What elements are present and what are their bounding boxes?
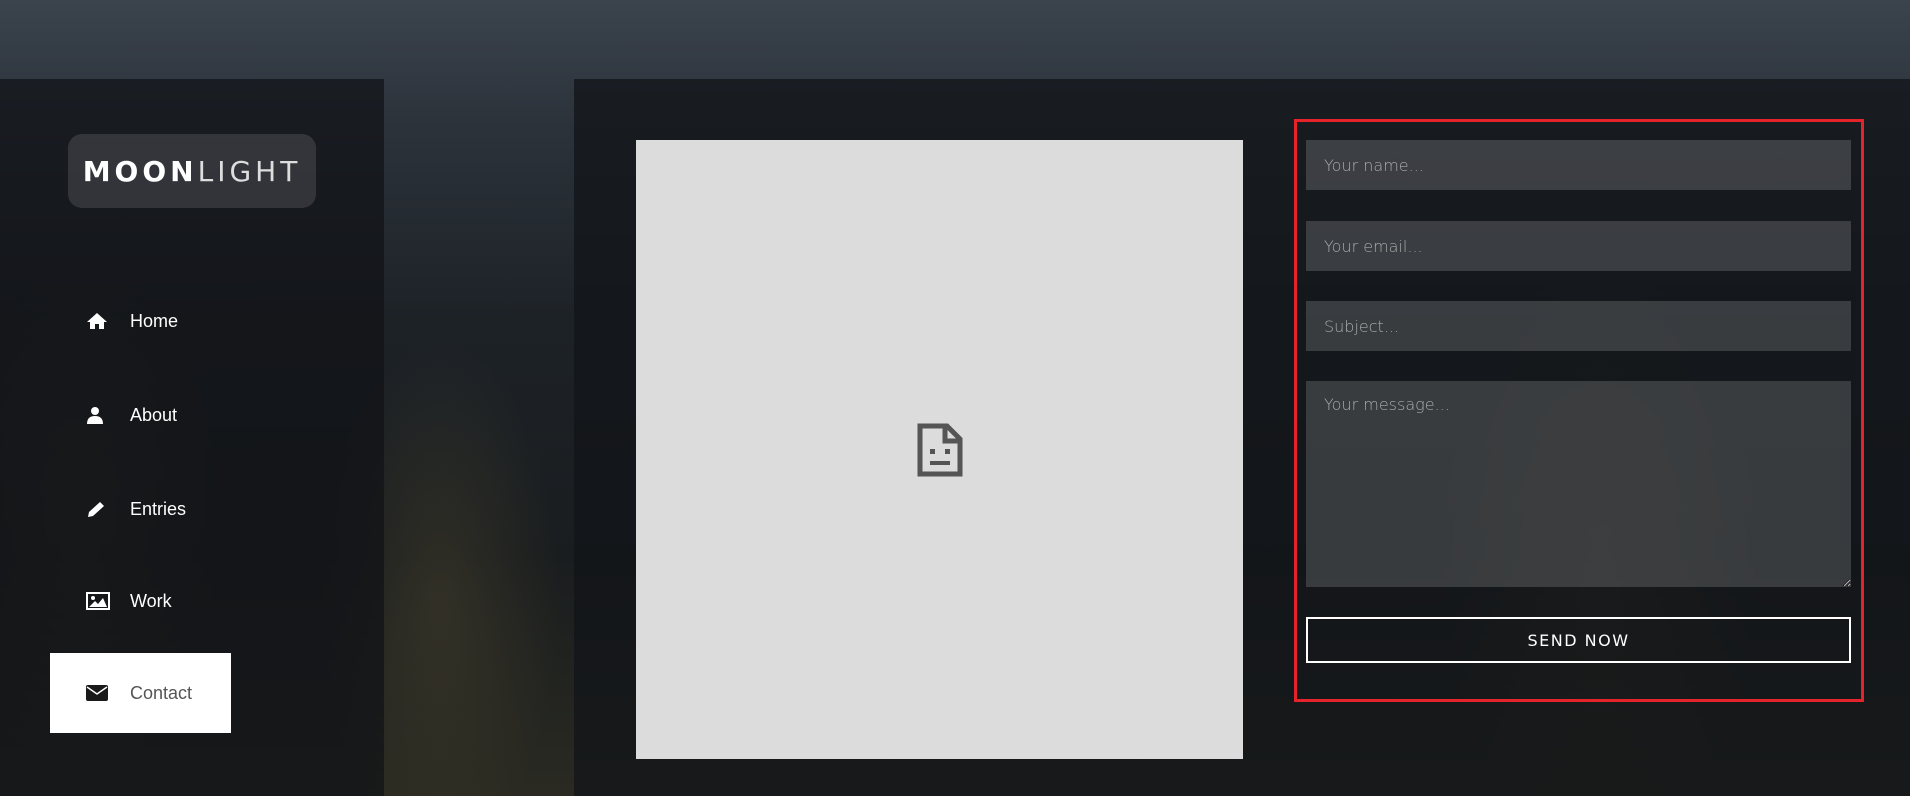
contact-form: SEND NOW — [1294, 119, 1864, 702]
user-icon — [86, 406, 122, 424]
nav-item-contact[interactable]: Contact — [50, 653, 231, 733]
nav-label: Home — [130, 310, 179, 331]
send-button[interactable]: SEND NOW — [1306, 617, 1851, 663]
nav-label: Entries — [130, 498, 187, 519]
logo[interactable]: MOON LIGHT — [68, 134, 316, 208]
name-input[interactable] — [1306, 140, 1851, 190]
logo-bold: MOON — [82, 154, 198, 188]
nav-item-about[interactable]: About — [50, 375, 231, 455]
nav-label: About — [130, 404, 178, 425]
nav-item-work[interactable]: Work — [50, 561, 231, 641]
message-textarea[interactable] — [1306, 381, 1851, 587]
image-icon — [86, 592, 122, 610]
nav-item-entries[interactable]: Entries — [50, 469, 231, 549]
nav-label: Contact — [130, 682, 193, 703]
map-embed — [636, 140, 1243, 759]
envelope-icon — [86, 685, 122, 701]
logo-light: LIGHT — [197, 154, 302, 188]
nav-item-home[interactable]: Home — [50, 281, 231, 361]
broken-image-icon — [917, 423, 962, 476]
email-input[interactable] — [1306, 221, 1851, 271]
pencil-icon — [86, 500, 122, 518]
home-icon — [86, 312, 122, 330]
nav-label: Work — [130, 590, 172, 611]
subject-input[interactable] — [1306, 301, 1851, 351]
